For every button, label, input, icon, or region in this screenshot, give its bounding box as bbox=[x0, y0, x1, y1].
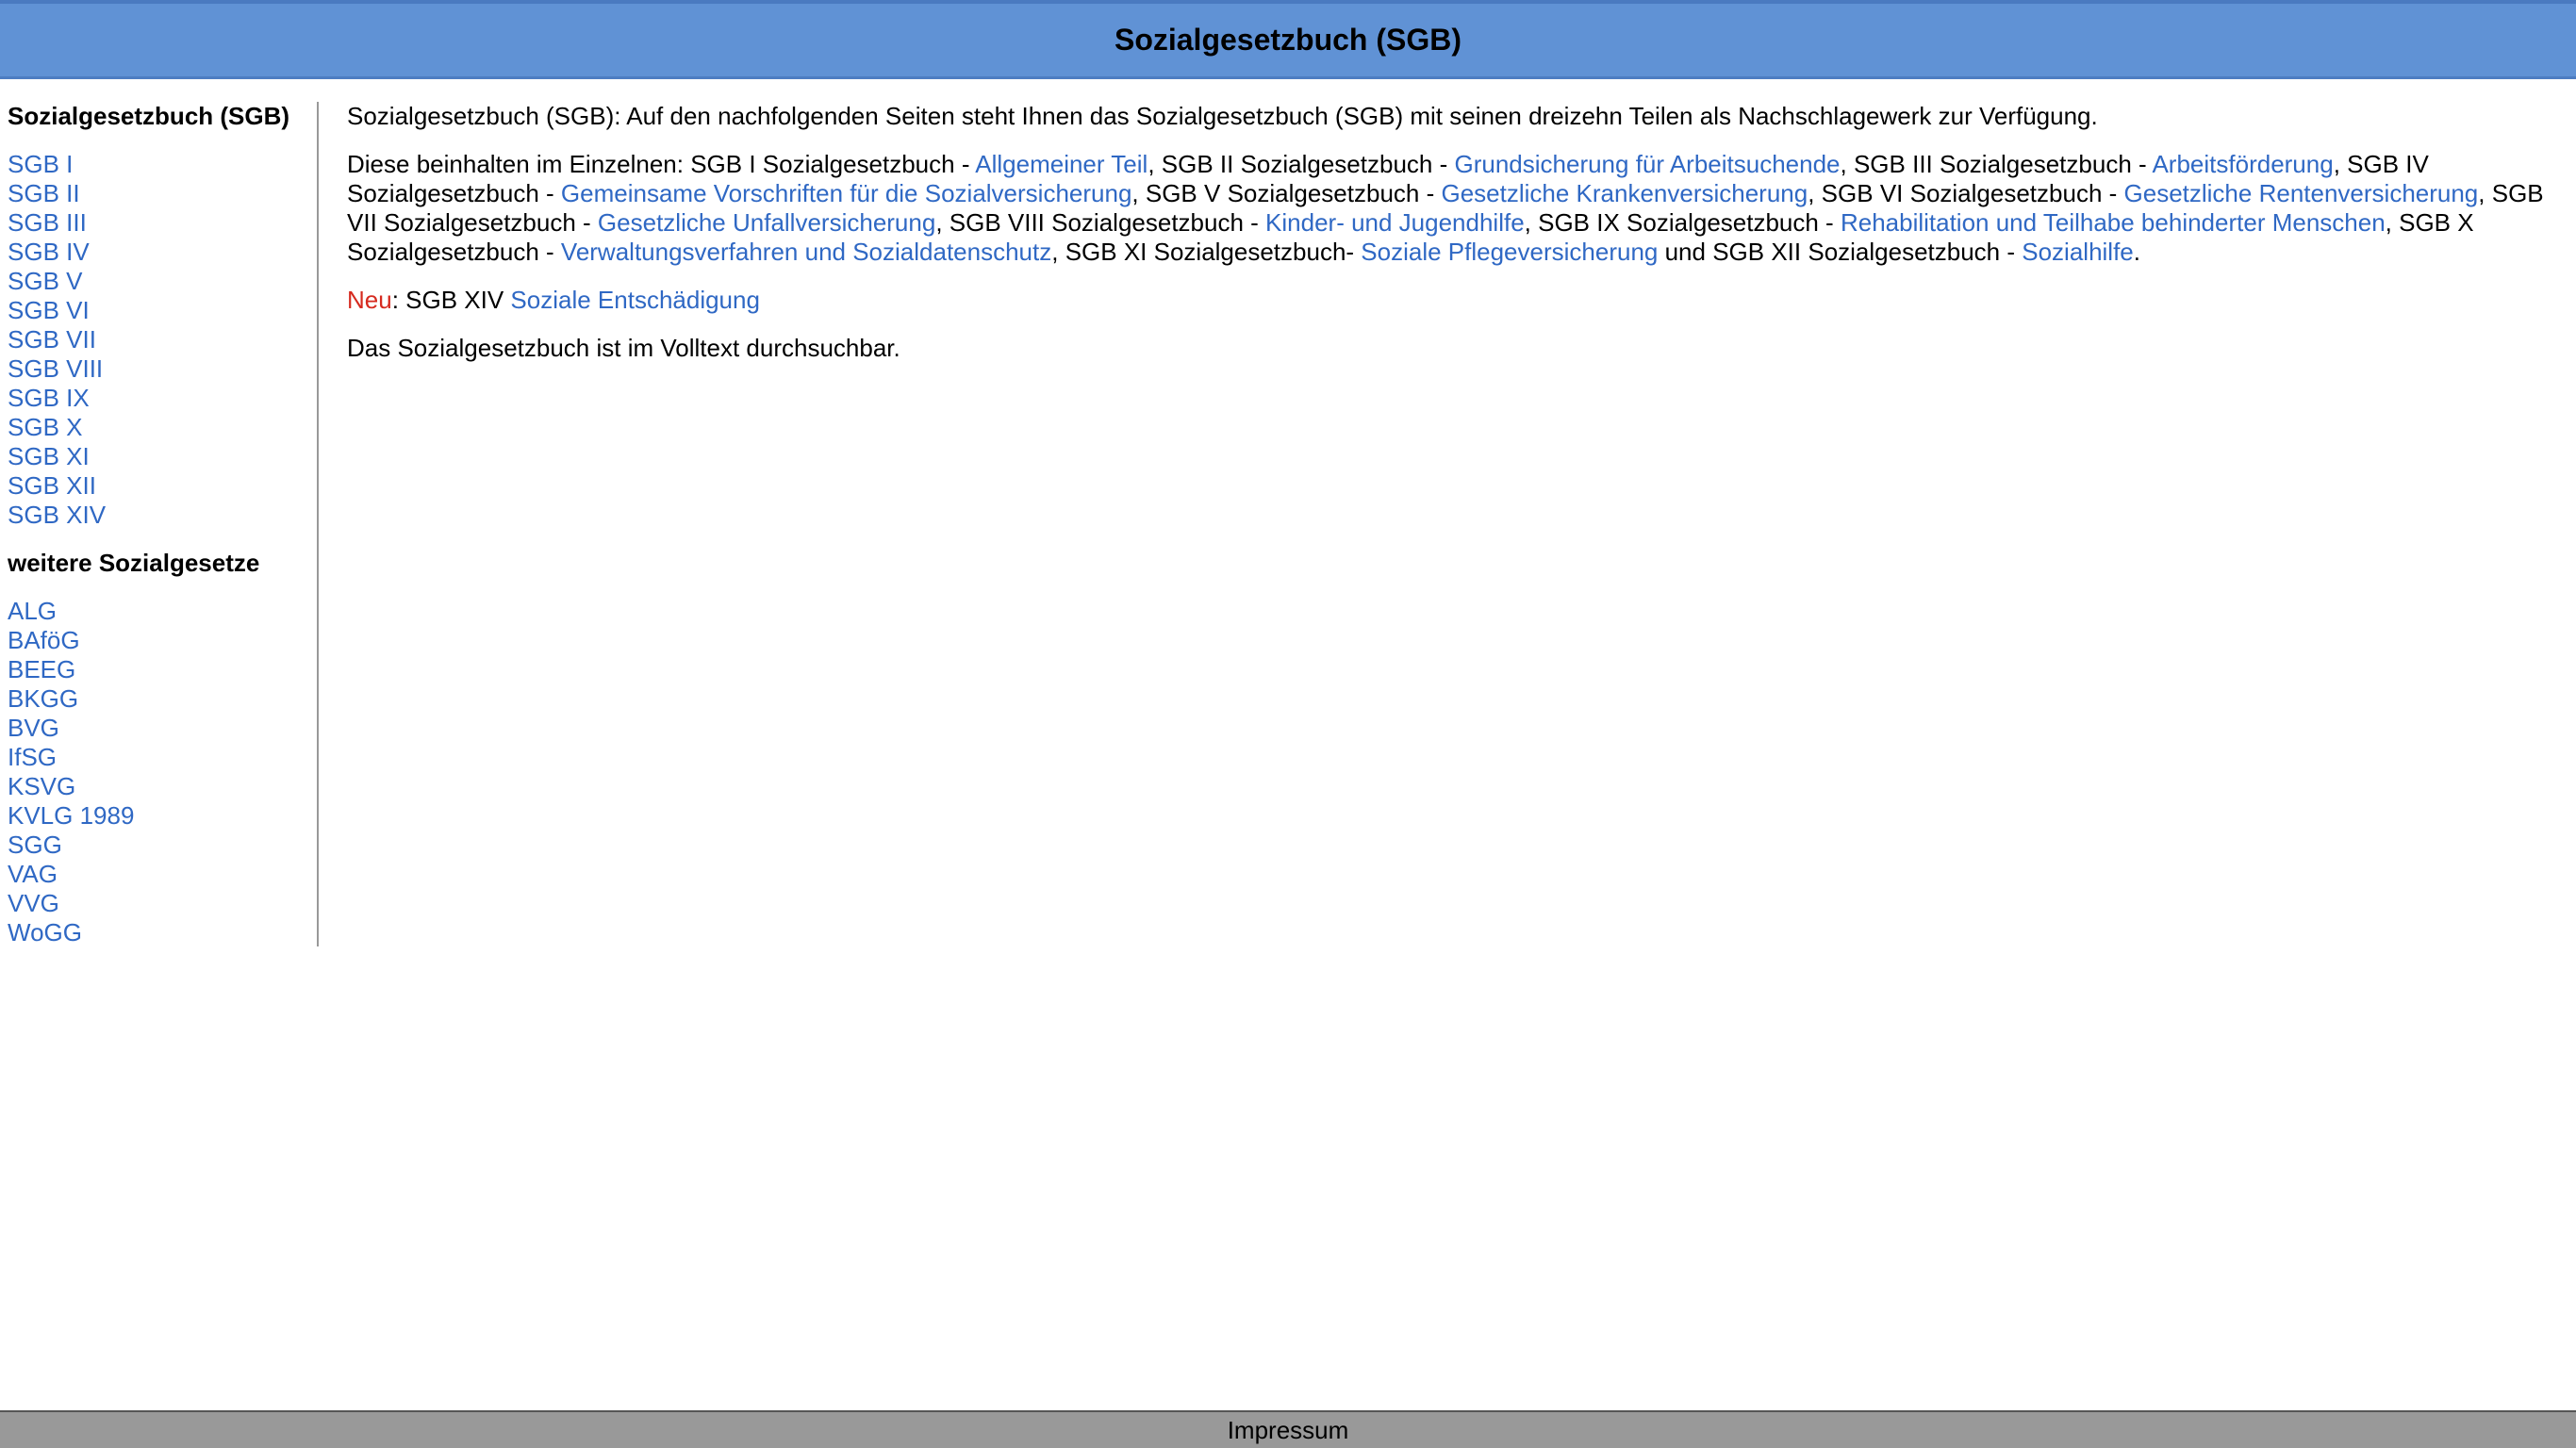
list-item: IfSG bbox=[8, 743, 317, 772]
other-laws-link-list: ALG BAföG BEEG BKGG BVG IfSG KSVG KVLG 1… bbox=[8, 597, 317, 947]
details-text: , SGB V Sozialgesetzbuch - bbox=[1131, 179, 1442, 207]
list-item: SGB II bbox=[8, 179, 317, 208]
sidebar-link-sgb-xii[interactable]: SGB XII bbox=[8, 471, 96, 500]
sidebar-heading-sgb: Sozialgesetzbuch (SGB) bbox=[8, 102, 290, 130]
list-item: SGB IV bbox=[8, 238, 317, 267]
link-unfallversicherung[interactable]: Gesetzliche Unfallversicherung bbox=[598, 208, 935, 237]
sidebar-link-sgb-viii[interactable]: SGB VIII bbox=[8, 354, 103, 383]
sidebar-link-wogg[interactable]: WoGG bbox=[8, 918, 82, 946]
sidebar-link-kvlg-1989[interactable]: KVLG 1989 bbox=[8, 801, 134, 830]
link-rentenversicherung[interactable]: Gesetzliche Rentenversicherung bbox=[2124, 179, 2479, 207]
sidebar-link-bvg[interactable]: BVG bbox=[8, 714, 59, 742]
new-paragraph: Neu: SGB XIV Soziale Entschädigung bbox=[347, 286, 2553, 315]
sidebar-link-sgb-x[interactable]: SGB X bbox=[8, 413, 82, 441]
sidebar-link-sgb-xi[interactable]: SGB XI bbox=[8, 442, 90, 470]
sidebar-link-vvg[interactable]: VVG bbox=[8, 889, 59, 917]
sidebar-link-bkgg[interactable]: BKGG bbox=[8, 684, 78, 713]
new-text: : SGB XIV bbox=[391, 286, 511, 314]
details-text: , SGB III Sozialgesetzbuch - bbox=[1840, 150, 2153, 178]
list-item: SGB III bbox=[8, 208, 317, 238]
sidebar-link-ifsg[interactable]: IfSG bbox=[8, 743, 57, 771]
sgb-link-list: SGB I SGB II SGB III SGB IV SGB V SGB VI… bbox=[8, 150, 317, 530]
list-item: SGB XIV bbox=[8, 501, 317, 530]
list-item: VVG bbox=[8, 889, 317, 918]
details-text: , SGB VIII Sozialgesetzbuch - bbox=[935, 208, 1266, 237]
link-gemeinsame-vorschriften[interactable]: Gemeinsame Vorschriften für die Sozialve… bbox=[561, 179, 1132, 207]
sidebar-link-alg[interactable]: ALG bbox=[8, 597, 57, 625]
sidebar-link-beeg[interactable]: BEEG bbox=[8, 655, 75, 683]
main-content: Sozialgesetzbuch (SGB): Auf den nachfolg… bbox=[347, 102, 2553, 382]
sidebar-link-sgb-iv[interactable]: SGB IV bbox=[8, 238, 90, 266]
list-item: VAG bbox=[8, 860, 317, 889]
fulltext-paragraph: Das Sozialgesetzbuch ist im Volltext dur… bbox=[347, 334, 900, 362]
details-text: , SGB II Sozialgesetzbuch - bbox=[1148, 150, 1455, 178]
sidebar-link-sgb-v[interactable]: SGB V bbox=[8, 267, 82, 295]
details-text: , SGB XI Sozialgesetzbuch- bbox=[1051, 238, 1362, 266]
list-item: SGB X bbox=[8, 413, 317, 442]
link-krankenversicherung[interactable]: Gesetzliche Krankenversicherung bbox=[1441, 179, 1808, 207]
details-paragraph: Diese beinhalten im Einzelnen: SGB I Soz… bbox=[347, 150, 2553, 267]
link-kinder-jugendhilfe[interactable]: Kinder- und Jugendhilfe bbox=[1265, 208, 1525, 237]
list-item: BKGG bbox=[8, 684, 317, 714]
page: Sozialgesetzbuch (SGB) Sozialgesetzbuch … bbox=[0, 0, 2576, 1448]
sidebar-heading-other-laws: weitere Sozialgesetze bbox=[8, 549, 260, 577]
link-rehabilitation[interactable]: Rehabilitation und Teilhabe behinderter … bbox=[1841, 208, 2386, 237]
link-pflegeversicherung[interactable]: Soziale Pflegeversicherung bbox=[1361, 238, 1658, 266]
link-soziale-entschaedigung[interactable]: Soziale Entschädigung bbox=[510, 286, 760, 314]
list-item: SGG bbox=[8, 831, 317, 860]
link-sozialhilfe[interactable]: Sozialhilfe bbox=[2022, 238, 2134, 266]
list-item: SGB VI bbox=[8, 296, 317, 325]
list-item: SGB XII bbox=[8, 471, 317, 501]
details-text: . bbox=[2133, 238, 2140, 266]
details-text: Diese beinhalten im Einzelnen: SGB I Soz… bbox=[347, 150, 976, 178]
list-item: SGB IX bbox=[8, 384, 317, 413]
details-text: und SGB XII Sozialgesetzbuch - bbox=[1658, 238, 2023, 266]
sidebar-link-sgb-ix[interactable]: SGB IX bbox=[8, 384, 90, 412]
list-item: BVG bbox=[8, 714, 317, 743]
list-item: BEEG bbox=[8, 655, 317, 684]
list-item: ALG bbox=[8, 597, 317, 626]
link-grundsicherung[interactable]: Grundsicherung für Arbeitsuchende bbox=[1454, 150, 1840, 178]
page-title: Sozialgesetzbuch (SGB) bbox=[1114, 23, 1462, 57]
list-item: KSVG bbox=[8, 772, 317, 801]
sidebar-link-sgb-vii[interactable]: SGB VII bbox=[8, 325, 96, 354]
link-allgemeiner-teil[interactable]: Allgemeiner Teil bbox=[975, 150, 1148, 178]
sidebar-link-sgb-xiv[interactable]: SGB XIV bbox=[8, 501, 106, 529]
sidebar-link-sgb-ii[interactable]: SGB II bbox=[8, 179, 80, 207]
page-footer: Impressum bbox=[0, 1410, 2576, 1448]
list-item: SGB V bbox=[8, 267, 317, 296]
details-text: , SGB VI Sozialgesetzbuch - bbox=[1808, 179, 2124, 207]
list-item: SGB VII bbox=[8, 325, 317, 354]
link-arbeitsfoerderung[interactable]: Arbeitsförderung bbox=[2152, 150, 2333, 178]
sidebar-link-vag[interactable]: VAG bbox=[8, 860, 58, 888]
sidebar: Sozialgesetzbuch (SGB) SGB I SGB II SGB … bbox=[0, 102, 319, 946]
page-header: Sozialgesetzbuch (SGB) bbox=[0, 0, 2576, 79]
impressum-link[interactable]: Impressum bbox=[1228, 1416, 1349, 1445]
list-item: KVLG 1989 bbox=[8, 801, 317, 831]
list-item: SGB VIII bbox=[8, 354, 317, 384]
new-label: Neu bbox=[347, 286, 392, 314]
sidebar-link-sgb-i[interactable]: SGB I bbox=[8, 150, 73, 178]
sidebar-link-ksvg[interactable]: KSVG bbox=[8, 772, 75, 800]
sidebar-link-sgg[interactable]: SGG bbox=[8, 831, 62, 859]
intro-paragraph: Sozialgesetzbuch (SGB): Auf den nachfolg… bbox=[347, 102, 2098, 130]
sidebar-link-bafoeg[interactable]: BAföG bbox=[8, 626, 80, 654]
sidebar-link-sgb-vi[interactable]: SGB VI bbox=[8, 296, 90, 324]
list-item: BAföG bbox=[8, 626, 317, 655]
list-item: SGB I bbox=[8, 150, 317, 179]
list-item: SGB XI bbox=[8, 442, 317, 471]
details-text: , SGB IX Sozialgesetzbuch - bbox=[1524, 208, 1841, 237]
sidebar-link-sgb-iii[interactable]: SGB III bbox=[8, 208, 87, 237]
list-item: WoGG bbox=[8, 918, 317, 947]
link-verwaltungsverfahren[interactable]: Verwaltungsverfahren und Sozialdatenschu… bbox=[561, 238, 1051, 266]
